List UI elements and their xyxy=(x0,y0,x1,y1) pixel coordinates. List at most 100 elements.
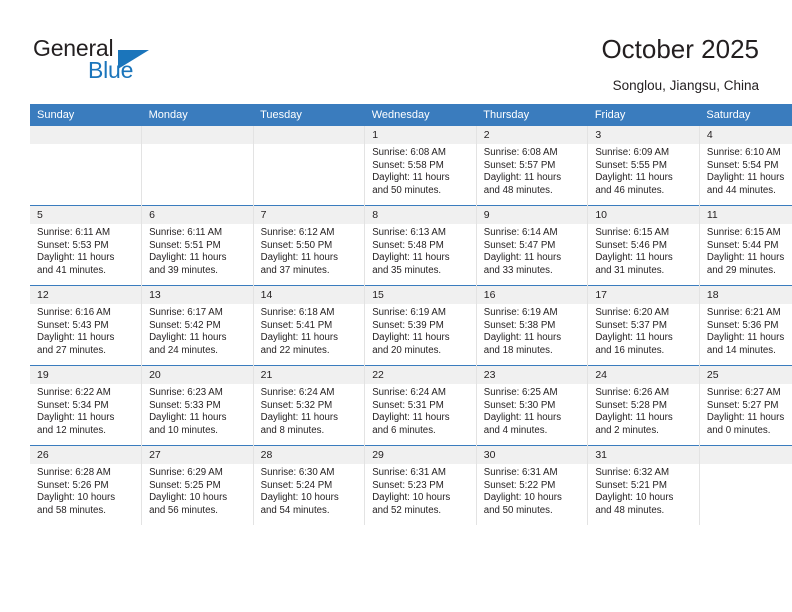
day-number xyxy=(699,446,792,464)
daylight-duration-line2: and 12 minutes. xyxy=(37,424,106,436)
calendar-day-cell[interactable]: 1 Sunrise: 6:08 AM Sunset: 5:58 PM Daylight… xyxy=(364,126,477,206)
daylight-duration-line1: Daylight: 11 hours xyxy=(372,252,450,264)
day-number: 17 xyxy=(588,286,699,304)
sunrise-time: Sunrise: 6:11 AM xyxy=(37,227,111,238)
calendar-day-cell[interactable]: 17 Sunrise: 6:20 AM Sunset: 5:37 PM Dayligh… xyxy=(587,285,700,366)
day-number: 6 xyxy=(142,206,253,224)
calendar-day-cell[interactable]: 8 Sunrise: 6:13 AM Sunset: 5:48 PM Daylight… xyxy=(364,205,477,286)
calendar-week-row: 5 Sunrise: 6:11 AM Sunset: 5:53 PM Daylight… xyxy=(30,205,792,286)
daylight-duration-line1: Daylight: 11 hours xyxy=(149,332,227,344)
day-number: 11 xyxy=(699,206,792,224)
daylight-duration-line1: Daylight: 11 hours xyxy=(37,412,115,424)
day-details: Sunrise: 6:19 AM Sunset: 5:38 PM Daylight:… xyxy=(477,304,588,357)
calendar-day-cell[interactable]: 6 Sunrise: 6:11 AM Sunset: 5:51 PM Daylight… xyxy=(141,205,254,286)
sunrise-time: Sunrise: 6:30 AM xyxy=(260,467,335,478)
day-cell-inner: 26 Sunrise: 6:28 AM Sunset: 5:26 PM Dayligh… xyxy=(30,446,142,525)
calendar-day-cell[interactable]: 7 Sunrise: 6:12 AM Sunset: 5:50 PM Daylight… xyxy=(253,205,366,286)
day-number xyxy=(30,126,142,144)
sunset-time: Sunset: 5:58 PM xyxy=(372,159,444,171)
day-cell-inner: 4 Sunrise: 6:10 AM Sunset: 5:54 PM Daylight… xyxy=(699,126,792,205)
daylight-duration-line2: and 29 minutes. xyxy=(706,264,776,276)
sunrise-time: Sunrise: 6:21 AM xyxy=(706,307,781,318)
daylight-duration-line2: and 8 minutes. xyxy=(260,424,325,436)
calendar-day-cell[interactable]: 18 Sunrise: 6:21 AM Sunset: 5:36 PM Dayligh… xyxy=(699,285,792,366)
day-cell-inner: 8 Sunrise: 6:13 AM Sunset: 5:48 PM Daylight… xyxy=(365,206,476,285)
calendar-day-cell[interactable]: 19 Sunrise: 6:22 AM Sunset: 5:34 PM Dayligh… xyxy=(30,365,143,446)
sunset-time: Sunset: 5:24 PM xyxy=(260,479,333,491)
daylight-duration-line1: Daylight: 11 hours xyxy=(372,172,450,184)
calendar-day-cell[interactable]: 10 Sunrise: 6:15 AM Sunset: 5:46 PM Dayligh… xyxy=(587,205,700,286)
brand-name-blue: Blue xyxy=(88,57,134,83)
calendar-day-cell[interactable]: 15 Sunrise: 6:19 AM Sunset: 5:39 PM Dayligh… xyxy=(364,285,477,366)
daylight-duration-line1: Daylight: 11 hours xyxy=(706,172,785,184)
daylight-duration-line2: and 37 minutes. xyxy=(260,264,330,276)
calendar-day-cell[interactable]: 23 Sunrise: 6:25 AM Sunset: 5:30 PM Dayligh… xyxy=(476,365,589,446)
day-details: Sunrise: 6:11 AM Sunset: 5:51 PM Daylight:… xyxy=(142,224,253,277)
day-details: Sunrise: 6:18 AM Sunset: 5:41 PM Daylight:… xyxy=(254,304,365,357)
daylight-duration-line2: and 46 minutes. xyxy=(595,184,665,196)
calendar-day-cell[interactable]: 4 Sunrise: 6:10 AM Sunset: 5:54 PM Daylight… xyxy=(699,126,792,206)
calendar-day-cell[interactable]: 29 Sunrise: 6:31 AM Sunset: 5:23 PM Dayligh… xyxy=(364,445,477,525)
day-details: Sunrise: 6:21 AM Sunset: 5:36 PM Daylight:… xyxy=(700,304,792,357)
sunset-time: Sunset: 5:28 PM xyxy=(595,399,667,411)
sunset-time: Sunset: 5:34 PM xyxy=(37,399,109,411)
calendar-day-cell[interactable]: 25 Sunrise: 6:27 AM Sunset: 5:27 PM Dayligh… xyxy=(699,365,792,446)
calendar-day-cell[interactable]: 31 Sunrise: 6:32 AM Sunset: 5:21 PM Dayligh… xyxy=(587,445,700,525)
calendar-day-cell[interactable]: 11 Sunrise: 6:15 AM Sunset: 5:44 PM Dayligh… xyxy=(699,205,792,286)
page-title: October 2025 xyxy=(601,34,759,64)
calendar-day-cell[interactable]: 24 Sunrise: 6:26 AM Sunset: 5:28 PM Dayligh… xyxy=(587,365,700,446)
daylight-duration-line2: and 44 minutes. xyxy=(706,184,776,196)
sunset-time: Sunset: 5:23 PM xyxy=(372,479,444,491)
calendar-day-cell[interactable]: 20 Sunrise: 6:23 AM Sunset: 5:33 PM Dayligh… xyxy=(141,365,254,446)
calendar-day-cell[interactable]: 3 Sunrise: 6:09 AM Sunset: 5:55 PM Daylight… xyxy=(587,126,700,206)
daylight-duration-line2: and 33 minutes. xyxy=(483,264,553,276)
day-details: Sunrise: 6:12 AM Sunset: 5:50 PM Daylight:… xyxy=(254,224,365,277)
sunrise-time: Sunrise: 6:09 AM xyxy=(595,147,670,158)
calendar-day-cell[interactable]: 26 Sunrise: 6:28 AM Sunset: 5:26 PM Dayligh… xyxy=(30,445,143,525)
calendar-day-cell[interactable]: 14 Sunrise: 6:18 AM Sunset: 5:41 PM Dayligh… xyxy=(253,285,366,366)
calendar-day-cell[interactable]: 28 Sunrise: 6:30 AM Sunset: 5:24 PM Dayligh… xyxy=(253,445,366,525)
calendar-day-cell[interactable]: 9 Sunrise: 6:14 AM Sunset: 5:47 PM Daylight… xyxy=(476,205,589,286)
daylight-duration-line1: Daylight: 11 hours xyxy=(595,412,673,424)
sunrise-time: Sunrise: 6:31 AM xyxy=(483,467,558,478)
weekday-header-wednesday: Wednesday xyxy=(364,104,477,126)
daylight-duration-line1: Daylight: 10 hours xyxy=(595,492,674,504)
page-header: General Blue October 2025 Songlou, Jiang… xyxy=(0,0,792,102)
day-number: 13 xyxy=(142,286,253,304)
sunset-time: Sunset: 5:25 PM xyxy=(149,479,221,491)
calendar-day-cell[interactable]: 5 Sunrise: 6:11 AM Sunset: 5:53 PM Daylight… xyxy=(30,205,143,286)
sunrise-time: Sunrise: 6:19 AM xyxy=(372,307,446,318)
daylight-duration-line1: Daylight: 11 hours xyxy=(372,412,450,424)
daylight-duration-line1: Daylight: 11 hours xyxy=(372,332,450,344)
day-cell-inner: 6 Sunrise: 6:11 AM Sunset: 5:51 PM Daylight… xyxy=(142,206,253,285)
day-cell-inner: 3 Sunrise: 6:09 AM Sunset: 5:55 PM Daylight… xyxy=(588,126,699,205)
sunset-time: Sunset: 5:39 PM xyxy=(372,319,444,331)
day-details: Sunrise: 6:14 AM Sunset: 5:47 PM Daylight:… xyxy=(477,224,588,277)
daylight-duration-line2: and 16 minutes. xyxy=(595,344,665,356)
day-details: Sunrise: 6:31 AM Sunset: 5:22 PM Daylight:… xyxy=(477,464,588,517)
daylight-duration-line1: Daylight: 11 hours xyxy=(483,332,562,344)
calendar-day-cell[interactable]: 16 Sunrise: 6:19 AM Sunset: 5:38 PM Dayligh… xyxy=(476,285,589,366)
calendar-empty-cell xyxy=(141,126,254,206)
sunrise-time: Sunrise: 6:08 AM xyxy=(483,147,558,158)
calendar-day-cell[interactable]: 2 Sunrise: 6:08 AM Sunset: 5:57 PM Daylight… xyxy=(476,126,589,206)
calendar-empty-cell xyxy=(699,445,792,525)
day-number: 19 xyxy=(30,366,142,384)
calendar-table: Sunday Monday Tuesday Wednesday Thursday… xyxy=(30,104,792,525)
day-cell-inner: 28 Sunrise: 6:30 AM Sunset: 5:24 PM Dayligh… xyxy=(253,446,365,525)
brand-logo[interactable]: General Blue xyxy=(33,36,213,88)
sunrise-time: Sunrise: 6:11 AM xyxy=(149,227,223,238)
calendar-day-cell[interactable]: 30 Sunrise: 6:31 AM Sunset: 5:22 PM Dayligh… xyxy=(476,445,589,525)
day-cell-inner: 30 Sunrise: 6:31 AM Sunset: 5:22 PM Dayligh… xyxy=(476,446,588,525)
day-details: Sunrise: 6:20 AM Sunset: 5:37 PM Daylight:… xyxy=(588,304,699,357)
calendar-day-cell[interactable]: 12 Sunrise: 6:16 AM Sunset: 5:43 PM Dayligh… xyxy=(30,285,143,366)
calendar-day-cell[interactable]: 13 Sunrise: 6:17 AM Sunset: 5:42 PM Dayligh… xyxy=(141,285,254,366)
sunrise-time: Sunrise: 6:15 AM xyxy=(595,227,670,238)
sunset-time: Sunset: 5:30 PM xyxy=(483,399,556,411)
calendar-day-cell[interactable]: 22 Sunrise: 6:24 AM Sunset: 5:31 PM Dayligh… xyxy=(364,365,477,446)
day-cell-inner: 14 Sunrise: 6:18 AM Sunset: 5:41 PM Dayligh… xyxy=(253,286,365,365)
calendar-day-cell[interactable]: 27 Sunrise: 6:29 AM Sunset: 5:25 PM Dayligh… xyxy=(141,445,254,525)
day-cell-inner xyxy=(253,126,365,205)
weekday-header-tuesday: Tuesday xyxy=(253,104,365,126)
calendar-day-cell[interactable]: 21 Sunrise: 6:24 AM Sunset: 5:32 PM Dayligh… xyxy=(253,365,366,446)
